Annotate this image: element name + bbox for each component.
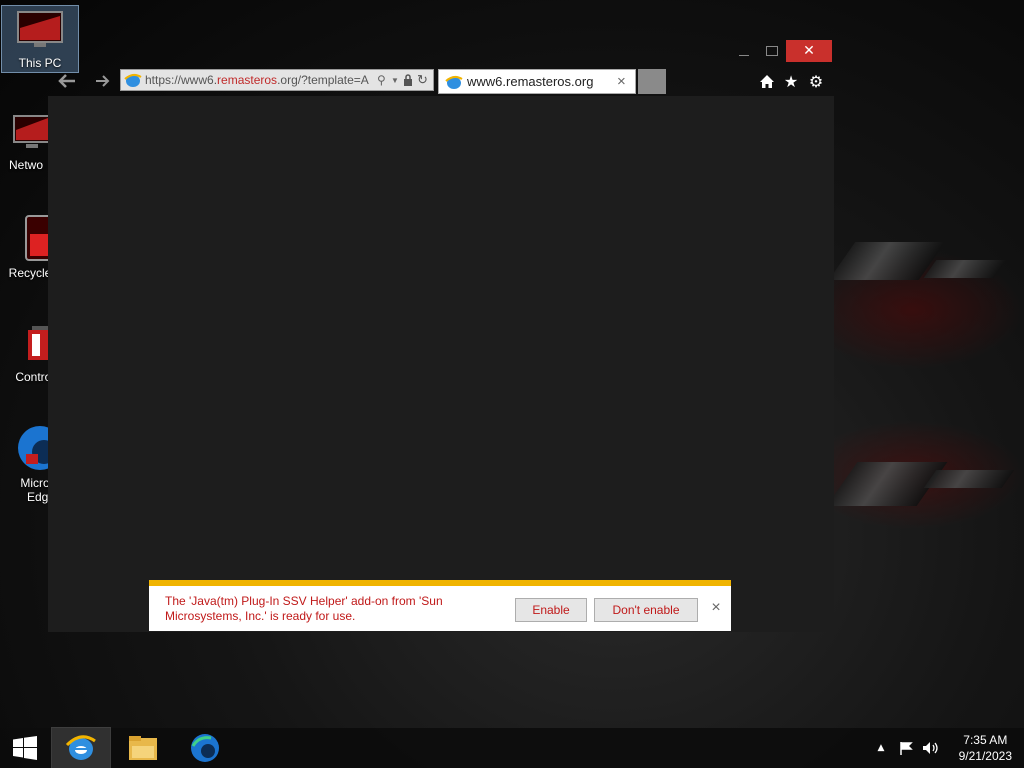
start-button[interactable] [0, 728, 50, 768]
favorites-star-icon[interactable]: ★ [780, 70, 802, 92]
enable-button[interactable]: Enable [515, 598, 587, 622]
refresh-icon[interactable]: ↻ [417, 72, 433, 88]
action-center-flag-icon[interactable] [896, 728, 916, 768]
gear-icon[interactable]: ⚙ [805, 70, 827, 92]
dont-enable-button[interactable]: Don't enable [594, 598, 698, 622]
minimize-icon [739, 54, 749, 56]
new-tab-button[interactable] [638, 69, 666, 94]
notification-message: The 'Java(tm) Plug-In SSV Helper' add-on… [165, 594, 443, 623]
browser-window: ✕ https://www6.remasteros.org/?template=… [48, 40, 834, 632]
taskbar-ie-button[interactable] [51, 727, 111, 768]
tab-close-icon[interactable]: × [617, 73, 635, 90]
back-arrow-icon [58, 74, 75, 88]
wallpaper-stripe [923, 260, 1007, 278]
network-icon [13, 115, 51, 148]
taskbar: ▲ 7:35 AM 9/21/2023 [0, 727, 1024, 768]
address-bar[interactable]: https://www6.remasteros.org/?template=A … [120, 69, 434, 91]
close-icon: ✕ [803, 43, 815, 59]
forward-arrow-icon [96, 75, 110, 87]
address-url: https://www6.remasteros.org/?template=A [145, 73, 369, 87]
wallpaper-stripe [923, 470, 1015, 488]
volume-icon[interactable] [920, 728, 942, 768]
close-button[interactable]: ✕ [786, 40, 832, 62]
maximize-icon [766, 46, 778, 56]
tab-title: www6.remasteros.org [467, 74, 594, 89]
internet-explorer-icon [65, 735, 96, 760]
show-hidden-icons-button[interactable]: ▲ [874, 728, 888, 768]
folder-icon [129, 736, 157, 760]
taskbar-file-explorer-button[interactable] [114, 728, 172, 768]
taskbar-edge-button[interactable] [176, 728, 234, 768]
edge-icon [191, 734, 219, 762]
lock-icon[interactable] [403, 74, 417, 86]
ie-tab-icon [445, 75, 463, 89]
ie-page-icon [124, 73, 142, 87]
dropdown-icon[interactable]: ▼ [391, 76, 403, 85]
clock-date: 9/21/2023 [958, 749, 1012, 763]
notification-close-icon[interactable]: × [707, 598, 725, 618]
clock-time: 7:35 AM [963, 733, 1008, 747]
addon-notification-bar: The 'Java(tm) Plug-In SSV Helper' add-on… [149, 580, 731, 631]
search-icon[interactable]: ⚲ [377, 73, 391, 87]
back-button[interactable] [54, 70, 80, 92]
home-icon[interactable] [756, 70, 778, 92]
windows-logo-icon [13, 736, 37, 760]
page-content[interactable] [48, 96, 834, 632]
clock[interactable]: 7:35 AM 9/21/2023 [959, 732, 1012, 764]
forward-button[interactable] [90, 70, 116, 92]
tab-active[interactable]: www6.remasteros.org × [438, 69, 636, 94]
